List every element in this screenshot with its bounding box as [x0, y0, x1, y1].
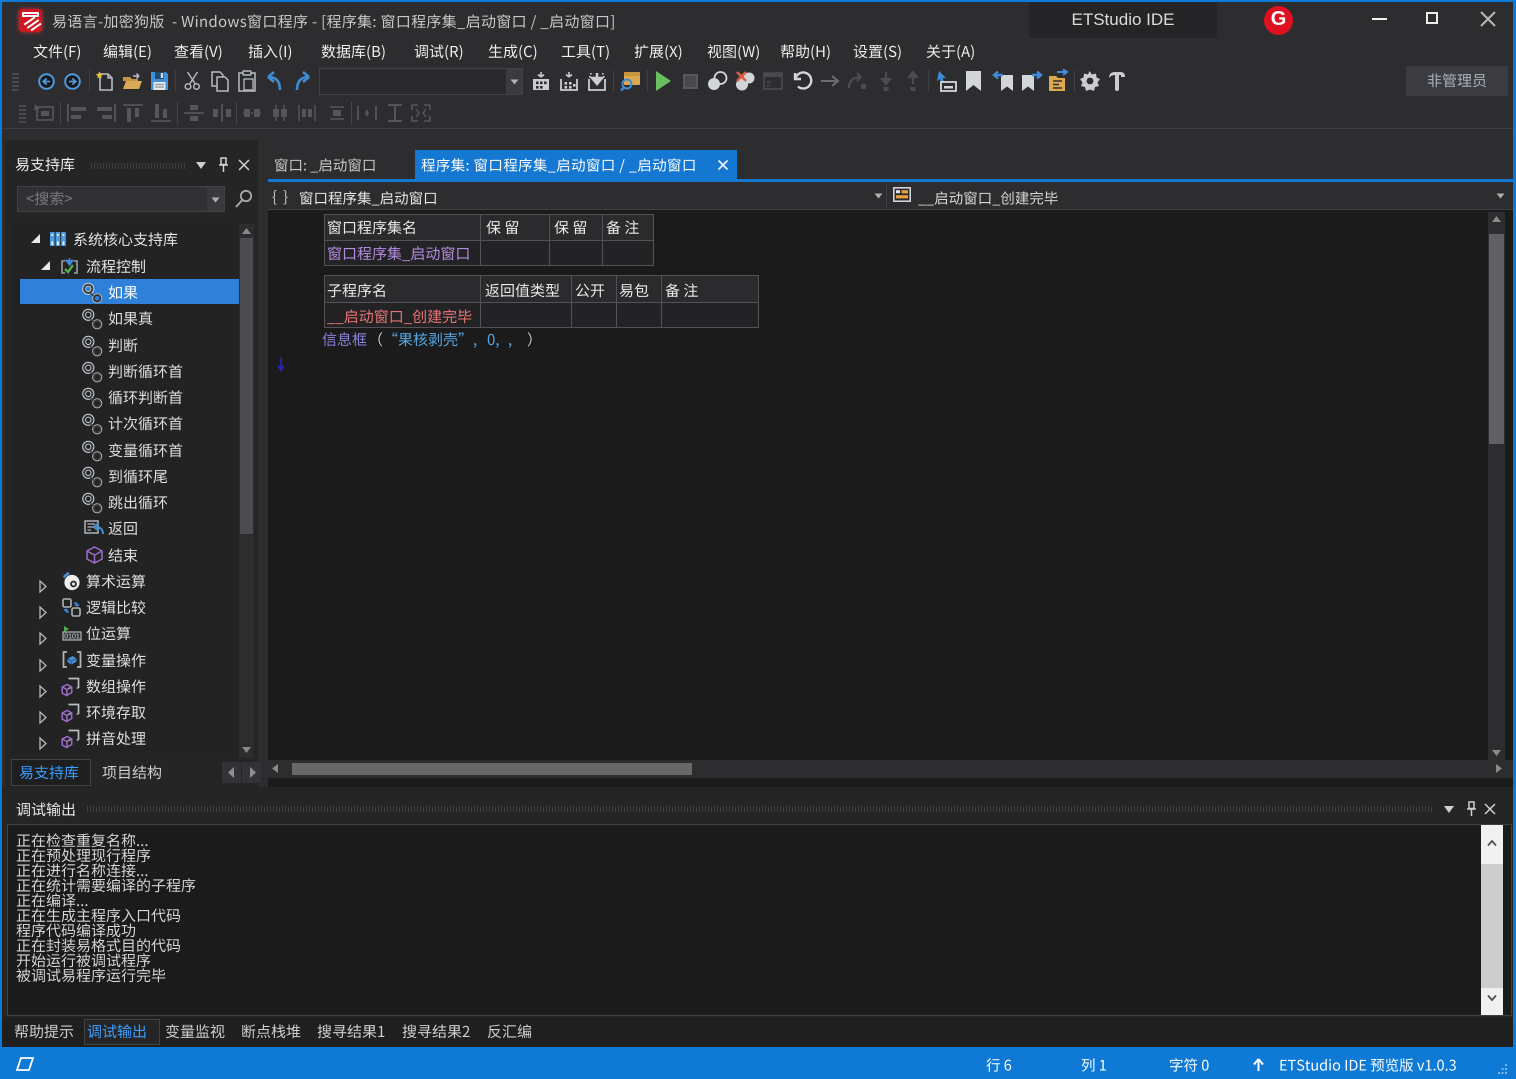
svg-text:0101: 0101	[64, 634, 80, 641]
